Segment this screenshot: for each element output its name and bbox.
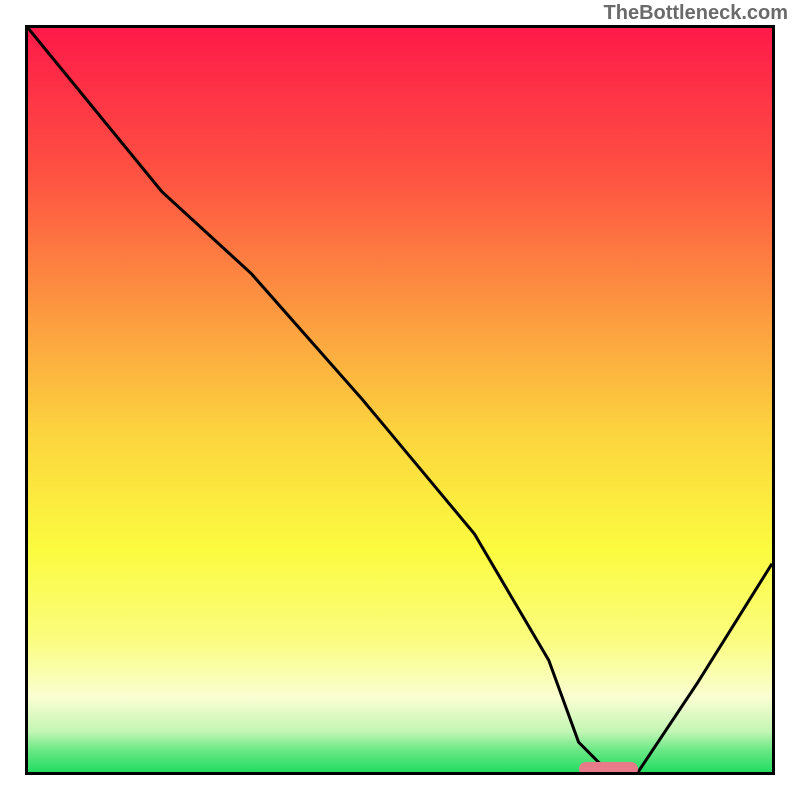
optimal-range-marker — [579, 762, 639, 775]
bottleneck-curve — [28, 28, 772, 772]
watermark-text: TheBottleneck.com — [604, 2, 788, 25]
chart-plot-area — [25, 25, 775, 775]
